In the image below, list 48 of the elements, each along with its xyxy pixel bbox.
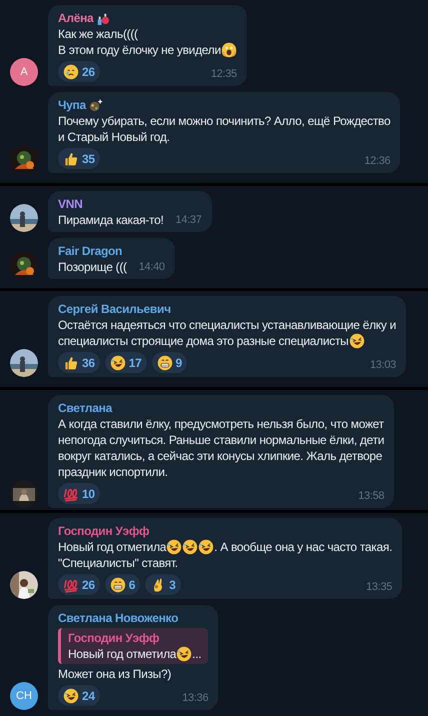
reaction-chip[interactable]: 3	[145, 574, 180, 595]
message-text: ...	[192, 646, 202, 662]
message-text: Остаётся надеяться что специалисты устанавливающие ёлку и	[58, 317, 396, 333]
reaction-chip[interactable]: 26	[58, 61, 100, 82]
reaction-chip[interactable]: 9	[152, 352, 187, 373]
quoted-author: Господин Уэфф	[68, 631, 160, 645]
reaction-chip[interactable]: 26	[58, 574, 100, 595]
author-name[interactable]: Светлана Новоженко	[58, 610, 178, 626]
message-time: 12:36	[364, 155, 390, 167]
reply-quote[interactable]: Господин Уэфф Новый год отметила ...	[58, 628, 208, 664]
message-text: и Старый Новый год.	[58, 129, 170, 145]
message-time: 13:35	[366, 581, 392, 593]
message-text: "Специалисты" ставят.	[58, 555, 178, 571]
message-text: Позорище (((	[58, 259, 127, 275]
message-time: 14:40	[138, 260, 165, 275]
reaction-chip[interactable]: 36	[58, 352, 100, 373]
author-name[interactable]: VNN	[58, 196, 82, 212]
message-text: В этом году ёлочку не увидели	[58, 42, 221, 58]
reaction-chip[interactable]: 10	[58, 483, 100, 504]
message-text: праздник испортили.	[58, 464, 168, 480]
message-text: Пирамида какая-то!	[58, 212, 164, 228]
author-name[interactable]: Сергей Васильевич	[58, 301, 171, 317]
message-text: . А вообще она у нас часто такая.	[214, 539, 392, 555]
message-text: специалисты строящие дома это разные специалисты	[58, 333, 348, 349]
reaction-chip[interactable]: 24	[58, 685, 100, 706]
message-time: 13:03	[370, 359, 396, 371]
message-text: Может она из Пизы?)	[58, 666, 172, 682]
author-name[interactable]: Алёна	[58, 10, 94, 26]
author-name[interactable]: Чупа	[58, 97, 86, 113]
message-time: 13:58	[358, 490, 384, 502]
message-text: Почему убирать, если можно починить? Алло, ещё Рождество	[58, 113, 390, 129]
message-time: 13:36	[182, 692, 208, 704]
message-text: Новый год отметила	[58, 539, 166, 555]
reaction-chip[interactable]: 35	[58, 148, 100, 169]
author-name[interactable]: Светлана	[58, 400, 112, 416]
reaction-chip[interactable]: 6	[104, 574, 140, 595]
author-name[interactable]: Господин Уэфф	[58, 523, 150, 539]
reaction-chip[interactable]: 17	[104, 352, 146, 373]
message-time: 12:35	[210, 68, 237, 80]
message-text: Новый год отметила	[68, 646, 176, 662]
message-text: Как же жаль((((	[58, 26, 138, 42]
message-text: А когда ставили ёлку, предусмотреть нельзя было, что может	[58, 416, 384, 432]
avatar[interactable]: СН	[10, 682, 38, 710]
message-text: вокруг катались, а сейчас эти конусы хлипкие. Жаль детворе	[58, 448, 382, 464]
avatar[interactable]: А	[10, 58, 38, 86]
message-time: 14:37	[175, 213, 202, 228]
author-name[interactable]: Fair Dragon	[58, 243, 122, 259]
message-text: непогода случиться. Раньше ставили нормальные ёлки, дети	[58, 432, 384, 448]
